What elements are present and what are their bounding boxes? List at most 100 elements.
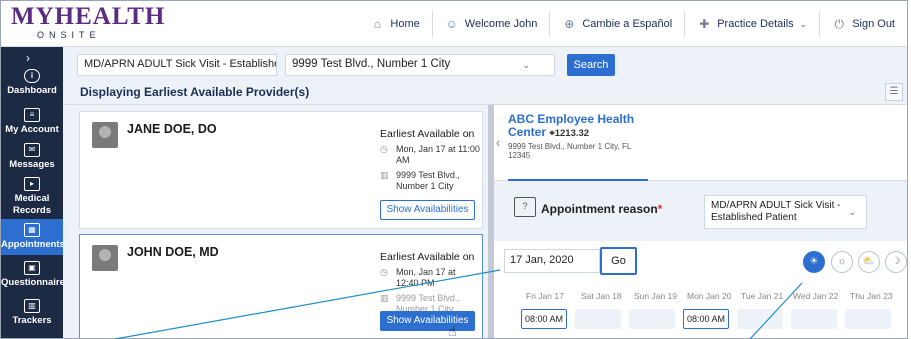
sidebar-item-my-account[interactable]: ≡ My Account <box>1 104 63 142</box>
provider-card[interactable]: JANE DOE, DO Earliest Available on ◷ Mon… <box>79 111 483 229</box>
search-button[interactable]: Search <box>567 54 615 76</box>
visit-type-value: MD/APRN ADULT Sick Visit - Establishe... <box>84 58 277 70</box>
afternoon-icon[interactable]: ⛅ <box>858 251 880 273</box>
sidebar-item-label: Appointments <box>1 239 65 250</box>
chevron-right-icon[interactable]: › <box>26 51 30 65</box>
location-name: ABC Employee Health Center ⌖1213.32 <box>508 113 648 140</box>
sidebar-item-label: Messages <box>9 159 55 170</box>
time-slot-empty <box>575 309 621 329</box>
reason-value: MD/APRN ADULT Sick Visit - Established P… <box>711 200 841 223</box>
go-button[interactable]: Go <box>600 247 637 275</box>
day-header-row: Fri Jan 17 Sat Jan 18 Sun Jan 19 Mon Jan… <box>514 291 907 305</box>
distance-value: 1213.32 <box>554 128 590 139</box>
top-header: MYHEALTH ONSITE ⌂ Home ☺ Welcome John ⊕ … <box>1 1 907 47</box>
day-label: Sat Jan 18 <box>581 291 622 301</box>
date-input[interactable]: 17 Jan, 2020 <box>504 249 600 273</box>
day-label: Wed Jan 22 <box>793 291 839 301</box>
filter-bar: MD/APRN ADULT Sick Visit - Establishe...… <box>63 47 907 81</box>
nav-practice-details[interactable]: ✚ Practice Details ⌄ <box>684 11 819 37</box>
earliest-label: Earliest Available on <box>380 128 475 140</box>
avatar <box>92 122 118 148</box>
globe-icon: ⊕ <box>564 17 575 31</box>
day-label: Mon Jan 20 <box>687 291 732 301</box>
location-card[interactable]: ABC Employee Health Center ⌖1213.32 9999… <box>508 111 648 181</box>
availability-info: Earliest Available on ◷ Mon, Jan 17 at 1… <box>380 122 480 192</box>
nav-sign-out-label: Sign Out <box>852 18 895 30</box>
earliest-label: Earliest Available on <box>380 251 475 263</box>
visit-type-select[interactable]: MD/APRN ADULT Sick Visit - Establishe...… <box>77 54 277 76</box>
location-select[interactable]: 9999 Test Blvd., Number 1 City ⌄ <box>285 54 555 76</box>
sidebar: › i Dashboard ≡ My Account ✉ Messages ▸ … <box>1 47 70 338</box>
home-icon: ⌂ <box>373 17 382 31</box>
availability-info: Earliest Available on ◷ Mon, Jan 17 at 1… <box>380 245 480 315</box>
clock-icon: ◷ <box>380 267 388 277</box>
location-value: 9999 Test Blvd., Number 1 City <box>292 58 451 70</box>
reason-select[interactable]: MD/APRN ADULT Sick Visit - Established P… <box>704 195 867 229</box>
app-window: MYHEALTH ONSITE ⌂ Home ☺ Welcome John ⊕ … <box>0 0 908 339</box>
questionnaire-icon: ▣ <box>24 261 40 275</box>
sidebar-item-label: Medical Records <box>12 193 51 216</box>
nav-home-label: Home <box>390 18 420 30</box>
nav-sign-out[interactable]: ⏻ Sign Out <box>819 11 907 37</box>
time-slot[interactable]: 08:00 AM <box>683 309 729 329</box>
top-nav: ⌂ Home ☺ Welcome John ⊕ Cambie a Español… <box>358 1 907 47</box>
medical-cross-icon: ✚ <box>699 17 710 31</box>
document-icon: ≡ <box>24 108 40 122</box>
earliest-datetime-row: ◷ Mon, Jan 17 at 11:00 AM <box>380 144 480 166</box>
provider-name: JANE DOE, DO <box>127 122 217 136</box>
provider-address: 9999 Test Blvd., Number 1 City <box>396 170 460 191</box>
sidebar-item-label: Trackers <box>12 315 52 326</box>
logo-sub-text: ONSITE <box>37 30 101 40</box>
time-slot-empty <box>845 309 891 329</box>
nav-welcome[interactable]: ☺ Welcome John <box>431 11 550 37</box>
building-icon: ▥ <box>380 170 389 180</box>
day-label: Fri Jan 17 <box>526 291 564 301</box>
nav-language[interactable]: ⊕ Cambie a Español <box>549 11 684 37</box>
nav-language-label: Cambie a Español <box>582 18 673 30</box>
provider-card[interactable]: JOHN DOE, MD Earliest Available on ◷ Mon… <box>79 234 483 338</box>
power-icon: ⏻ <box>834 17 844 31</box>
sidebar-item-questionnaires[interactable]: ▣ Questionnaires <box>1 257 70 293</box>
date-picker-area: 17 Jan, 2020 Go ☀ ☼ ⛅ ☽ Fri Jan 17 Sat J… <box>494 241 907 338</box>
time-slot-empty <box>737 309 783 329</box>
chevron-down-icon: ⌄ <box>848 207 856 217</box>
location-carousel: ‹ ABC Employee Health Center ⌖1213.32 99… <box>494 105 907 181</box>
info-icon: i <box>24 69 40 83</box>
sidebar-item-appointments[interactable]: ▦ Appointments <box>1 219 65 255</box>
sidebar-item-dashboard[interactable]: i Dashboard <box>1 65 63 101</box>
location-address: 9999 Test Blvd., Number 1 City, FL 12345 <box>508 142 632 160</box>
filter-settings-icon[interactable]: ☰ <box>885 83 903 101</box>
nav-home[interactable]: ⌂ Home <box>358 11 431 37</box>
user-icon: ☺ <box>445 17 458 31</box>
morning-icon[interactable]: ☼ <box>831 251 853 273</box>
nav-welcome-label: Welcome John <box>464 18 538 30</box>
chevron-left-icon[interactable]: ‹ <box>496 135 500 150</box>
sidebar-item-messages[interactable]: ✉ Messages <box>1 139 63 173</box>
earliest-datetime-row: ◷ Mon, Jan 17 at 12:40 PM <box>380 267 480 289</box>
chevron-down-icon: ⌄ <box>522 60 530 70</box>
show-availabilities-button[interactable]: Show Availabilities <box>380 200 475 220</box>
logo[interactable]: MYHEALTH ONSITE <box>11 3 166 43</box>
availability-panel: ‹ ABC Employee Health Center ⌖1213.32 99… <box>494 105 907 338</box>
day-label: Thu Jan 23 <box>850 291 893 301</box>
provider-list: JANE DOE, DO Earliest Available on ◷ Mon… <box>63 105 488 338</box>
all-day-icon[interactable]: ☀ <box>803 251 825 273</box>
earliest-datetime: Mon, Jan 17 at 11:00 AM <box>396 144 480 165</box>
reason-label-text: Appointment reason <box>541 202 658 216</box>
record-icon: ▸ <box>24 177 40 191</box>
required-mark: * <box>657 202 663 216</box>
evening-icon[interactable]: ☽ <box>885 251 907 273</box>
chart-icon: ▥ <box>24 299 40 313</box>
earliest-datetime: Mon, Jan 17 at 12:40 PM <box>396 267 456 288</box>
time-slot[interactable]: 08:00 AM <box>521 309 567 329</box>
nav-practice-label: Practice Details <box>717 18 794 30</box>
calendar-question-icon: ? <box>514 197 536 217</box>
location-distance: ⌖1213.32 <box>549 128 589 139</box>
envelope-icon: ✉ <box>24 143 40 157</box>
reason-label: Appointment reason* <box>541 202 662 216</box>
sidebar-item-label: Questionnaires <box>1 277 71 288</box>
logo-main-text: MYHEALTH <box>11 3 166 30</box>
sidebar-item-medical-records[interactable]: ▸ Medical Records <box>1 173 63 219</box>
sidebar-item-trackers[interactable]: ▥ Trackers <box>1 295 63 331</box>
day-label: Tue Jan 21 <box>741 291 784 301</box>
